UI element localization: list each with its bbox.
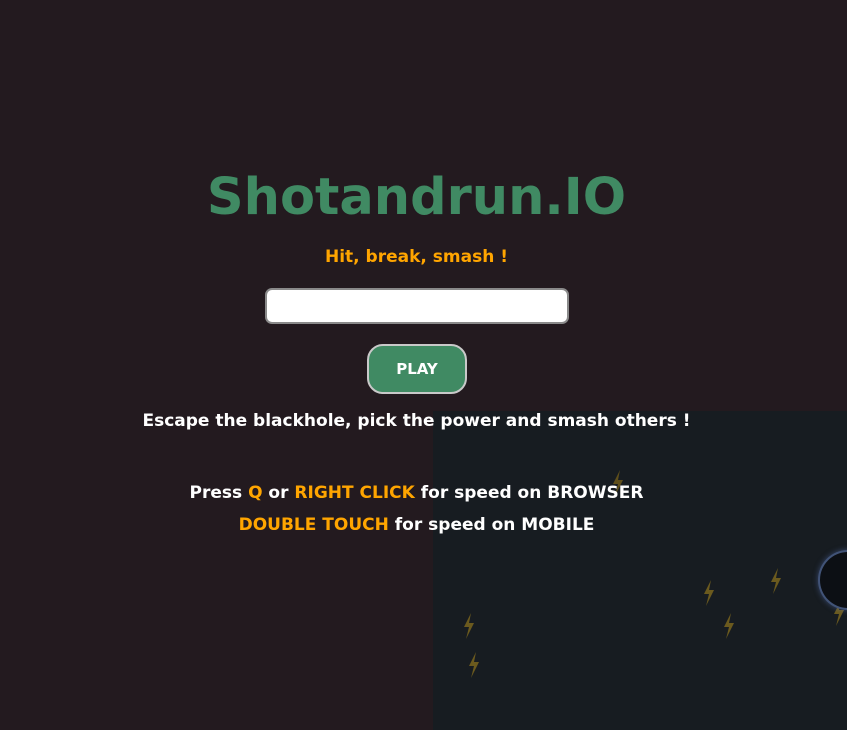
right-click-label: RIGHT CLICK bbox=[294, 483, 415, 503]
double-touch-label: DOUBLE TOUCH bbox=[238, 515, 389, 535]
game-title: Shotandrun.IO bbox=[206, 168, 627, 227]
help-text: for speed on MOBILE bbox=[388, 515, 595, 535]
game-subtitle: Hit, break, smash ! bbox=[325, 247, 508, 267]
help-text: or bbox=[262, 483, 295, 503]
help-text: for speed on BROWSER bbox=[414, 483, 644, 503]
game-tagline: Escape the blackhole, pick the power and… bbox=[142, 411, 691, 431]
game-stage: Shotandrun.IO Hit, break, smash ! PLAY E… bbox=[0, 0, 847, 730]
player-name-input[interactable] bbox=[265, 288, 569, 324]
help-text: Press bbox=[189, 483, 249, 503]
key-q-label: Q bbox=[248, 483, 263, 503]
play-button[interactable]: PLAY bbox=[367, 344, 467, 394]
help-browser-line: Press Q or RIGHT CLICK for speed on BROW… bbox=[0, 482, 833, 504]
start-menu: Shotandrun.IO Hit, break, smash ! PLAY E… bbox=[0, 0, 847, 730]
help-mobile-line: DOUBLE TOUCH for speed on MOBILE bbox=[0, 514, 833, 536]
